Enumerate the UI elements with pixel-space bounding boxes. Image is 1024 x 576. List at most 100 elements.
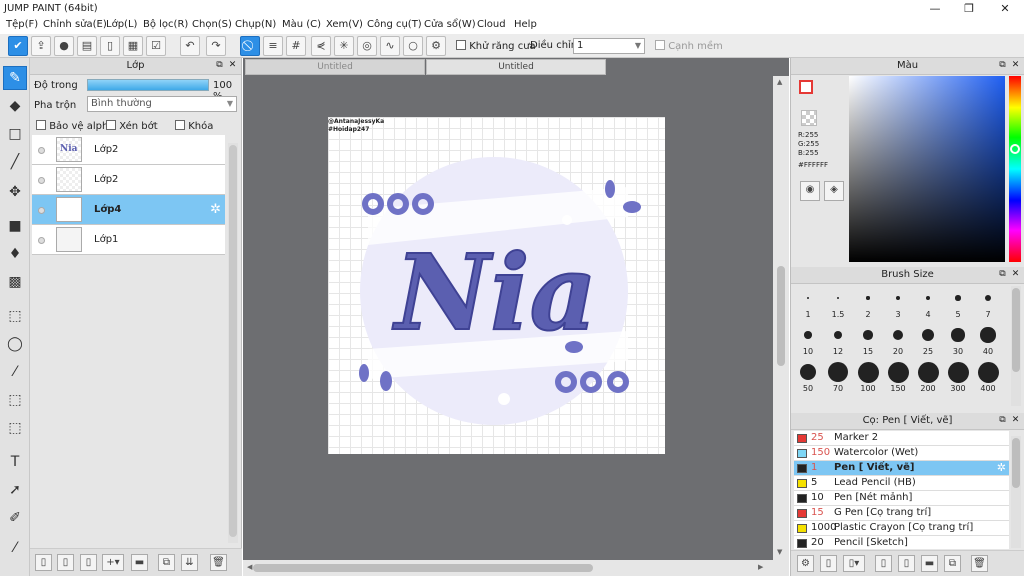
undock-icon[interactable]: ⧉ <box>997 415 1008 426</box>
scroll-right-icon[interactable]: ▶ <box>758 563 763 571</box>
clipping-box[interactable] <box>106 120 116 130</box>
brush-size-option[interactable]: 2 <box>853 286 883 319</box>
duplicate-layer-icon[interactable]: ⧉ <box>158 554 175 571</box>
soft-edge-checkbox[interactable]: Cạnh mềm <box>655 40 723 52</box>
brush-size-option[interactable]: 50 <box>793 360 823 393</box>
speech-bubble-icon[interactable]: ● <box>54 36 74 56</box>
trash-icon[interactable]: 🗑 <box>971 555 988 572</box>
protect-alpha-checkbox[interactable]: Bảo vệ alpha <box>36 120 114 132</box>
brush-size-option[interactable]: 3 <box>883 286 913 319</box>
scrollbar-thumb[interactable] <box>777 266 785 366</box>
menu-edit[interactable]: Chỉnh sửa(E) <box>43 19 107 30</box>
clipping-checkbox[interactable]: Xén bớt <box>106 120 158 132</box>
perspective-ruler-icon[interactable]: ⋞ <box>311 36 331 56</box>
brush-size-option[interactable]: 15 <box>853 323 883 356</box>
hue-handle[interactable] <box>1010 144 1020 154</box>
color-picker-icon[interactable]: ◈ <box>824 181 844 201</box>
text-tool-icon[interactable]: T <box>3 450 27 474</box>
brush-size-option[interactable]: 400 <box>973 360 1003 393</box>
rect-select-tool-icon[interactable]: ⬚ <box>3 304 27 328</box>
minimize-button[interactable]: — <box>918 0 952 17</box>
lock-checkbox[interactable]: Khóa <box>175 120 213 132</box>
vertical-scrollbar[interactable]: ▲ ▼ <box>773 76 789 560</box>
menu-filter[interactable]: Bộ lọc(R) <box>143 19 188 30</box>
scrollbar-thumb[interactable] <box>1012 288 1020 372</box>
brush-size-scrollbar[interactable] <box>1011 286 1021 406</box>
fill-rect-tool-icon[interactable]: ■ <box>3 214 27 238</box>
menu-help[interactable]: Help <box>514 19 537 30</box>
shape-tool-icon[interactable]: □ <box>3 122 27 146</box>
layer-scrollbar[interactable] <box>228 143 238 543</box>
undock-icon[interactable]: ⧉ <box>997 269 1008 280</box>
layer-row[interactable]: Lớp1 <box>32 225 225 255</box>
blend-mode-select[interactable]: Bình thường ▼ <box>87 96 237 112</box>
brush-item[interactable]: 20 Pencil [Sketch] <box>794 536 1009 549</box>
curve-ruler-icon[interactable]: ∿ <box>380 36 400 56</box>
menu-file[interactable]: Tệp(F) <box>6 19 38 30</box>
undock-icon[interactable]: ⧉ <box>214 60 225 71</box>
brush-size-option[interactable]: 200 <box>913 360 943 393</box>
trash-icon[interactable]: 🗑 <box>210 554 227 571</box>
tab-untitled-2[interactable]: Untitled <box>426 59 606 75</box>
scroll-down-icon[interactable]: ▼ <box>777 548 782 556</box>
saturation-value-picker[interactable] <box>849 76 1005 262</box>
foreground-color-swatch[interactable] <box>799 80 813 94</box>
eyedropper-tool-icon[interactable]: ⁄ <box>3 536 27 560</box>
folder-icon[interactable]: ▬ <box>921 555 938 572</box>
brush-size-option[interactable]: 5 <box>943 286 973 319</box>
horizontal-scrollbar[interactable]: ◀ ▶ <box>243 560 789 576</box>
select-eraser-tool-icon[interactable]: ⬚ <box>3 416 27 440</box>
brush-item[interactable]: 150 Watercolor (Wet) <box>794 446 1009 461</box>
folder-icon[interactable]: ▬ <box>131 554 148 571</box>
scrollbar-thumb[interactable] <box>1012 438 1020 488</box>
brush-size-option[interactable]: 40 <box>973 323 1003 356</box>
grid-ruler-icon[interactable]: # <box>286 36 306 56</box>
scrollbar-thumb[interactable] <box>229 145 237 537</box>
soft-edge-checkbox-box[interactable] <box>655 40 665 50</box>
visibility-icon[interactable] <box>38 207 45 214</box>
brush-menu-icon[interactable]: ▯▾ <box>843 555 865 572</box>
gear-icon[interactable]: ✲ <box>997 461 1006 475</box>
import-brush-icon[interactable]: ▯ <box>875 555 892 572</box>
brush-size-option[interactable]: 150 <box>883 360 913 393</box>
redo-icon[interactable]: ↷ <box>206 36 226 56</box>
scroll-left-icon[interactable]: ◀ <box>247 563 252 571</box>
panel-close-icon[interactable]: ✕ <box>1010 60 1021 71</box>
brush-size-option[interactable]: 10 <box>793 323 823 356</box>
panel-close-icon[interactable]: ✕ <box>1010 269 1021 280</box>
panel-close-icon[interactable]: ✕ <box>227 60 238 71</box>
brush-size-option[interactable]: 25 <box>913 323 943 356</box>
scrollbar-thumb[interactable] <box>253 564 593 572</box>
pen-tool-icon[interactable]: ✎ <box>3 66 27 90</box>
brush-settings-icon[interactable]: ⚙ <box>797 555 814 572</box>
menu-select[interactable]: Chọn(S) <box>192 19 232 30</box>
duplicate-brush-icon[interactable]: ⧉ <box>944 555 961 572</box>
brush-item[interactable]: 10 Pen [Nét mảnh] <box>794 491 1009 506</box>
add-layer-menu-icon[interactable]: +▾ <box>102 554 124 571</box>
brush-size-option[interactable]: 7 <box>973 286 1003 319</box>
drawing-canvas[interactable]: @AntanaJessyKa #Hoidap247 Nia <box>328 117 665 454</box>
hue-slider[interactable] <box>1009 76 1021 262</box>
no-ruler-icon[interactable]: ⃠ <box>240 36 260 56</box>
lasso-tool-icon[interactable]: ◯ <box>3 332 27 356</box>
gradient-tool-icon[interactable]: ▩ <box>3 270 27 294</box>
gear-icon[interactable]: ✲ <box>210 202 221 217</box>
radial-ruler-icon[interactable]: ✳ <box>334 36 354 56</box>
line-tool-icon[interactable]: ╱ <box>3 150 27 174</box>
menu-tools[interactable]: Công cụ(T) <box>367 19 422 30</box>
cloud-check-icon[interactable]: ✔ <box>8 36 28 56</box>
eraser-tool-icon[interactable]: ◆ <box>3 94 27 118</box>
new-8bit-layer-icon[interactable]: ▯ <box>57 554 74 571</box>
new-brush-icon[interactable]: ▯ <box>820 555 837 572</box>
settings-ruler-icon[interactable]: ⚙ <box>426 36 446 56</box>
menu-layer[interactable]: Lớp(L) <box>106 19 137 30</box>
brush-size-option[interactable]: 1.5 <box>823 286 853 319</box>
checklist-icon[interactable]: ☑ <box>146 36 166 56</box>
brush-item[interactable]: 5 Lead Pencil (HB) <box>794 476 1009 491</box>
brush-item[interactable]: 25 Marker 2 <box>794 431 1009 446</box>
export-brush-icon[interactable]: ▯ <box>898 555 915 572</box>
brush-item-selected[interactable]: 1 Pen [ Viết, vẽ] ✲ <box>794 461 1009 476</box>
menu-color[interactable]: Màu (C) <box>282 19 321 30</box>
menu-window[interactable]: Cửa sổ(W) <box>424 19 476 30</box>
protect-alpha-box[interactable] <box>36 120 46 130</box>
